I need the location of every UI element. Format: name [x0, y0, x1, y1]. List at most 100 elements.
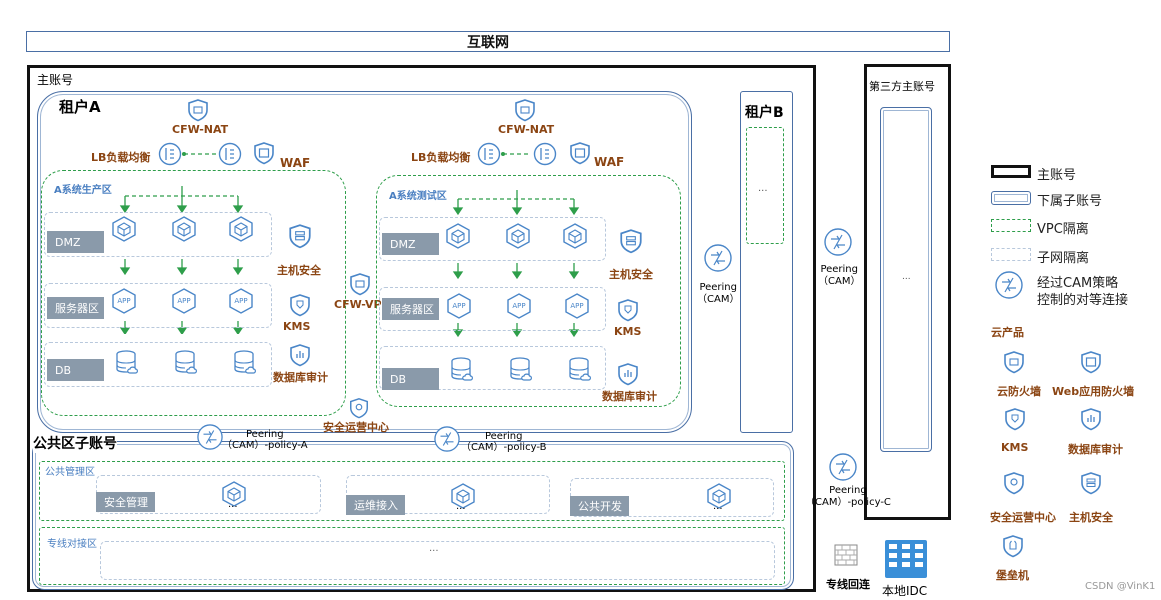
- prod-zone-label: A系统生产区: [54, 185, 112, 196]
- mgmt-dots: ···: [228, 502, 238, 513]
- lb-icon: [158, 142, 182, 166]
- third-party-title: 第三方主账号: [869, 80, 935, 93]
- app-icon: [229, 288, 253, 314]
- app-icon: [565, 293, 589, 319]
- db-audit-icon: [618, 363, 638, 386]
- mgmt-zone-label: 公共管理区: [45, 467, 95, 478]
- legend-vpc-swatch: [991, 219, 1031, 232]
- legend-sub-account-swatch: [991, 191, 1031, 205]
- tenant-b-dots: ...: [758, 183, 768, 194]
- db-icon: [234, 350, 257, 374]
- prod-db-chip: DB: [47, 359, 104, 381]
- peering-c-label: Peering （CAM）-policy-C: [805, 485, 891, 508]
- cfw-icon: [1004, 351, 1024, 374]
- db-audit-icon: [1081, 408, 1101, 431]
- legend-main-account: 主账号: [1037, 168, 1077, 183]
- dev-dots: ···: [713, 504, 723, 515]
- third-party-dots: ...: [902, 272, 911, 282]
- peering-label-ab: Peering （CAM）: [697, 282, 740, 305]
- cfw-nat-label-a: CFW-NAT: [172, 123, 229, 136]
- kms-icon: [1005, 408, 1025, 431]
- kms-label-b: KMS: [614, 325, 642, 338]
- public-dev-chip: 公共开发: [570, 496, 629, 516]
- soc-icon: [350, 398, 368, 419]
- kms-icon: [290, 294, 310, 317]
- bastion-icon: [1003, 535, 1023, 558]
- prod-dmz-chip: DMZ: [47, 231, 104, 253]
- app-icon: [447, 293, 471, 319]
- legend-sub-account: 下属子账号: [1037, 194, 1103, 209]
- soc-icon: [1004, 472, 1024, 495]
- host-security-label-a: 主机安全: [277, 264, 321, 277]
- cfw-nat-label-b: CFW-NAT: [498, 123, 555, 136]
- lb-link: [501, 152, 531, 156]
- peering-label-third: Peering （CAM）: [818, 264, 861, 287]
- legend-main-account-swatch: [991, 165, 1031, 178]
- lb-link: [182, 152, 216, 156]
- db-icon: [175, 350, 198, 374]
- watermark: CSDN @VinK1: [1085, 581, 1156, 592]
- legend-web-waf: Web应用防火墙: [1052, 385, 1135, 398]
- legend-db-audit: 数据库审计: [1068, 443, 1123, 456]
- app-icon: [172, 288, 196, 314]
- peering-icon: [704, 244, 732, 272]
- lb-icon: [533, 142, 557, 166]
- peering-icon: [434, 426, 460, 452]
- dedicated-line-label: 专线回连: [826, 578, 870, 591]
- app-icon: [112, 288, 136, 314]
- idc-server-icon: [885, 540, 927, 578]
- waf-icon: [1081, 351, 1101, 374]
- security-mgmt-chip: 安全管理: [96, 492, 155, 512]
- dedicated-dots: ···: [429, 546, 439, 557]
- legend-cam-peering: 经过CAM策略 控制的对等连接: [1037, 276, 1129, 308]
- legend-host-security: 主机安全: [1069, 511, 1113, 524]
- legend-bastion: 堡垒机: [996, 569, 1029, 582]
- test-dmz-chip: DMZ: [382, 233, 439, 255]
- test-server-chip: 服务器区: [382, 298, 439, 320]
- cvm-icon: [172, 216, 196, 242]
- internet-label: 互联网: [467, 34, 509, 51]
- cfw-nat-shield-icon: [188, 99, 208, 122]
- host-security-icon: [289, 224, 311, 249]
- tenant-b-title: 租户B: [745, 105, 784, 121]
- peering-a-label: Peering （CAM）-policy-A: [222, 429, 308, 451]
- prod-server-chip: 服务器区: [47, 297, 104, 319]
- kms-icon: [618, 299, 638, 322]
- legend-peering-icon: [995, 271, 1023, 299]
- lb-label-a: LB负载均衡: [91, 151, 151, 164]
- cvm-icon: [563, 223, 587, 249]
- test-zone-label: A系统测试区: [389, 191, 447, 202]
- legend-soc: 安全运营中心: [990, 511, 1056, 524]
- legend-kms: KMS: [1001, 441, 1029, 454]
- main-account-label: 主账号: [37, 73, 74, 87]
- cfw-vpc-icon: [350, 273, 370, 296]
- db-audit-icon: [290, 344, 310, 367]
- ops-access-chip: 运维接入: [346, 495, 405, 515]
- host-security-icon: [620, 229, 642, 254]
- waf-label-b: WAF: [594, 155, 625, 169]
- lb-icon: [477, 142, 501, 166]
- host-security-label-b: 主机安全: [609, 268, 653, 281]
- db-audit-label-a: 数据库审计: [273, 371, 328, 384]
- db-icon: [116, 350, 139, 374]
- public-zone-title: 公共区子账号: [33, 433, 117, 453]
- kms-label-a: KMS: [283, 320, 311, 333]
- peering-icon: [197, 424, 223, 450]
- cvm-icon: [112, 216, 136, 242]
- app-icon: [507, 293, 531, 319]
- firewall-brick-icon: [834, 544, 858, 566]
- db-icon: [569, 357, 592, 381]
- peering-icon: [829, 453, 857, 481]
- lb-label-b: LB负载均衡: [411, 151, 471, 164]
- soc-label: 安全运营中心: [323, 421, 389, 434]
- internet-bar: 互联网: [26, 31, 950, 52]
- cvm-icon: [446, 223, 470, 249]
- cfw-nat-shield-icon: [515, 99, 535, 122]
- ops-dots: ···: [456, 504, 466, 515]
- legend-cfw: 云防火墙: [997, 385, 1041, 398]
- waf-label-a: WAF: [280, 156, 311, 170]
- db-audit-label-b: 数据库审计: [602, 390, 657, 403]
- db-icon: [451, 357, 474, 381]
- waf-icon: [254, 142, 274, 165]
- legend-subnet-swatch: [991, 248, 1031, 261]
